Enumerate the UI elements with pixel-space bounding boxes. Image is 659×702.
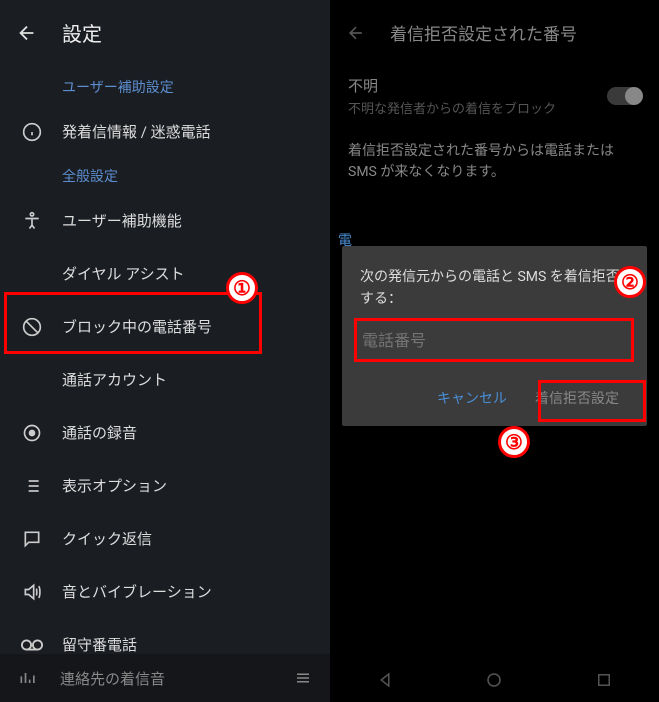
dialog-message: 次の発信元からの電話と SMS を着信拒否する：: [360, 266, 629, 311]
page-title-right: 着信拒否設定された番号: [390, 20, 577, 45]
menu-label: クイック返信: [62, 528, 152, 549]
menu-recording[interactable]: 通話の録音: [0, 406, 330, 459]
menu-dial-assist[interactable]: ダイヤル アシスト: [0, 247, 330, 300]
menu-label: 音とバイブレーション: [62, 581, 212, 602]
menu-label: 発着信情報 / 迷惑電話: [62, 121, 211, 142]
header: 設定: [0, 0, 330, 69]
blocked-numbers-panel: 着信拒否設定された番号 不明 不明な発信者からの着信をブロック 着信拒否設定され…: [330, 0, 659, 702]
back-arrow-icon[interactable]: [346, 23, 366, 43]
section-header-general: 全般設定: [0, 158, 330, 194]
badge-2: ②: [614, 266, 646, 298]
phone-number-input[interactable]: [360, 325, 629, 360]
badge-3: ③: [498, 426, 530, 458]
cancel-button[interactable]: キャンセル: [427, 380, 517, 416]
info-icon: [18, 122, 46, 142]
nav-back-icon[interactable]: [376, 671, 394, 689]
bottom-bar-left: 連絡先の着信音: [0, 654, 330, 702]
record-icon: [18, 423, 46, 443]
block-icon: [18, 317, 46, 337]
unknown-caller-row[interactable]: 不明 不明な発信者からの着信をブロック: [330, 65, 659, 127]
menu-label: 留守番電話: [62, 634, 137, 655]
menu-caller-spam[interactable]: 発着信情報 / 迷惑電話: [0, 105, 330, 158]
accessibility-icon: [18, 211, 46, 231]
page-title: 設定: [62, 18, 102, 47]
nav-home-icon[interactable]: [485, 671, 503, 689]
menu-label: ユーザー補助機能: [62, 210, 182, 231]
settings-panel: 設定 ユーザー補助設定 発着信情報 / 迷惑電話 全般設定 ユーザー補助機能 ダ…: [0, 0, 330, 702]
menu-call-account[interactable]: 通話アカウント: [0, 353, 330, 406]
volume-icon: [18, 582, 46, 602]
menu-quick-reply[interactable]: クイック返信: [0, 512, 330, 565]
add-number-dialog: 次の発信元からの電話と SMS を着信拒否する： キャンセル 着信拒否設定: [342, 246, 647, 426]
menu-blocked-numbers[interactable]: ブロック中の電話番号: [0, 300, 330, 353]
info-text: 着信拒否設定された番号からは電話または SMS が来なくなります。: [330, 127, 659, 197]
header-right: 着信拒否設定された番号: [330, 0, 659, 65]
menu-label: 表示オプション: [62, 475, 167, 496]
dialog-actions: キャンセル 着信拒否設定: [360, 380, 629, 416]
system-navbar: [330, 658, 659, 702]
menu-label: 通話アカウント: [62, 369, 167, 390]
message-icon: [18, 529, 46, 549]
menu-label: ブロック中の電話番号: [62, 316, 212, 337]
list-icon: [18, 476, 46, 496]
menu-accessibility[interactable]: ユーザー補助機能: [0, 194, 330, 247]
back-arrow-icon[interactable]: [16, 22, 38, 44]
menu-sound-vibration[interactable]: 音とバイブレーション: [0, 565, 330, 618]
menu-label: ダイヤル アシスト: [62, 263, 185, 284]
nav-recents-icon[interactable]: [595, 671, 613, 689]
unknown-desc: 不明な発信者からの着信をブロック: [348, 98, 556, 117]
menu-display-options[interactable]: 表示オプション: [0, 459, 330, 512]
menu-label: 通話の録音: [62, 422, 137, 443]
unknown-toggle[interactable]: [607, 87, 641, 105]
section-header-accessibility: ユーザー補助設定: [0, 69, 330, 105]
voicemail-icon: [18, 638, 46, 652]
unknown-title: 不明: [348, 75, 556, 96]
bottom-label[interactable]: 連絡先の着信音: [60, 668, 294, 689]
badge-1: ①: [226, 272, 258, 304]
equalizer-icon[interactable]: [18, 668, 38, 688]
menu-icon[interactable]: [294, 669, 312, 687]
confirm-block-button[interactable]: 着信拒否設定: [525, 380, 629, 416]
